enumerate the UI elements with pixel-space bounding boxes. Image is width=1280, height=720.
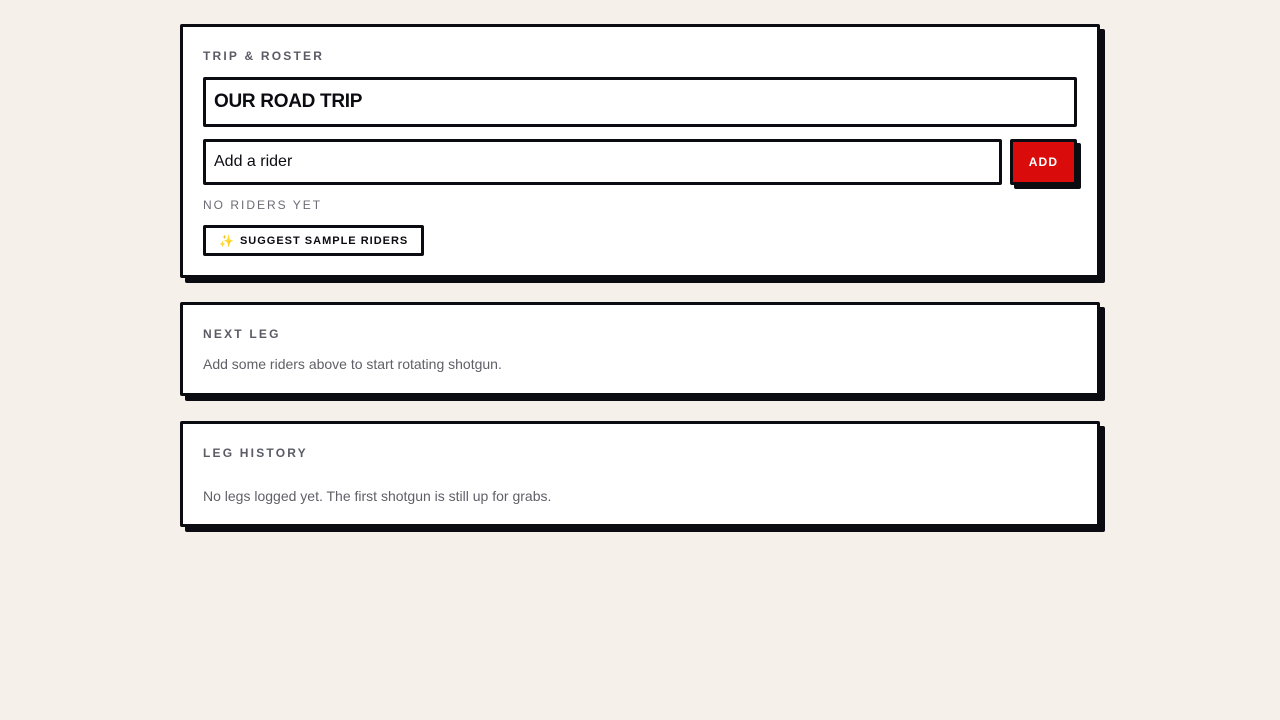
next-leg-card: NEXT LEG Add some riders above to start … (180, 302, 1100, 396)
leg-history-card: LEG HISTORY No legs logged yet. The firs… (180, 421, 1100, 527)
suggest-sample-riders-label: SUGGEST SAMPLE RIDERS (239, 234, 409, 247)
rider-name-input[interactable] (203, 139, 1002, 185)
leg-history-message: No legs logged yet. The first shotgun is… (203, 488, 552, 504)
suggest-sample-riders-button[interactable]: ✨ SUGGEST SAMPLE RIDERS (203, 225, 425, 256)
app-container: TRIP & ROSTER ADD NO RIDERS YET ✨ SUGGES… (180, 24, 1100, 551)
trip-roster-card: TRIP & ROSTER ADD NO RIDERS YET ✨ SUGGES… (180, 24, 1100, 278)
trip-name-input[interactable] (203, 77, 1077, 127)
next-leg-message: Add some riders above to start rotating … (203, 356, 502, 372)
next-leg-title: NEXT LEG (203, 327, 281, 341)
trip-roster-title: TRIP & ROSTER (203, 49, 325, 63)
leg-history-title: LEG HISTORY (203, 446, 308, 460)
riders-empty-state: NO RIDERS YET (203, 198, 323, 212)
add-rider-button[interactable]: ADD (1010, 139, 1077, 185)
sparkles-icon: ✨ (219, 233, 235, 248)
add-rider-row: ADD (203, 139, 1077, 185)
